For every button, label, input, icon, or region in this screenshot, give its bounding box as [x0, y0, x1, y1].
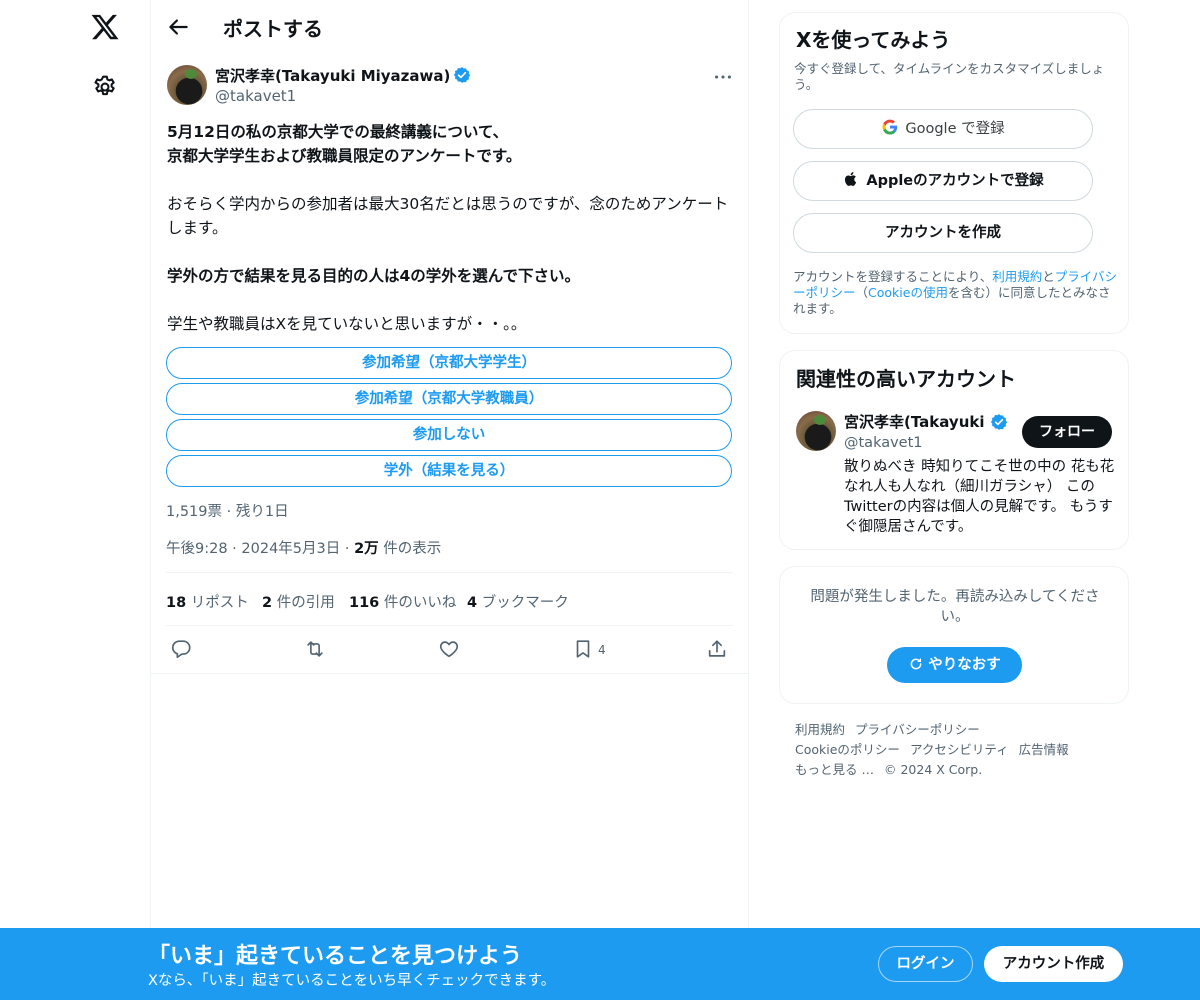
google-signup-button[interactable]: Google で登録: [793, 109, 1093, 149]
apple-signup-label: Appleのアカウントで登録: [866, 173, 1044, 189]
likes-count: 116: [349, 595, 380, 611]
poll: 参加希望（京都大学学生） 参加希望（京都大学教職員） 参加しない 学外（結果を見…: [166, 347, 732, 491]
footer-more-link[interactable]: もっと見る …: [795, 762, 874, 777]
copyright: © 2024 X Corp.: [883, 762, 983, 777]
reply-icon[interactable]: [170, 638, 192, 660]
quotes-count: 2: [262, 595, 273, 611]
terms-text: アカウントを登録することにより、利用規約とプライバシーポリシー（Cookieの使…: [793, 269, 1119, 317]
bookmarks-stat[interactable]: 4 ブックマーク: [467, 591, 569, 612]
footer-link[interactable]: 利用規約: [795, 722, 845, 737]
terms-and: と: [1042, 269, 1055, 284]
signup-card-subtitle: 今すぐ登録して、タイムラインをカスタマイズしましょう。: [794, 61, 1105, 92]
terms-of-service-link[interactable]: 利用規約: [992, 269, 1042, 284]
poll-option[interactable]: 学外（結果を見る）: [166, 455, 732, 487]
gear-icon[interactable]: [92, 74, 118, 100]
apple-icon: [845, 172, 857, 186]
poll-option[interactable]: 参加しない: [166, 419, 732, 451]
signup-banner: 「いま」起きていることを見つけよう Xなら、「いま」起きていることをいち早くチェ…: [0, 928, 1200, 1000]
reposts-count: 18: [166, 595, 187, 611]
refresh-icon: [910, 658, 922, 670]
signup-button[interactable]: アカウント作成: [984, 946, 1123, 982]
related-account-handle[interactable]: @takavet1: [844, 435, 923, 451]
left-nav: [0, 0, 150, 1000]
poll-meta: 1,519票 · 残り1日: [166, 504, 289, 520]
google-icon: [882, 119, 898, 135]
avatar[interactable]: [796, 411, 836, 451]
reposts-label: リポスト: [186, 595, 249, 611]
views-label: 件の表示: [378, 541, 442, 557]
signup-card: Xを使ってみよう 今すぐ登録して、タイムラインをカスタマイズしましょう。 Goo…: [779, 12, 1129, 334]
footer-link[interactable]: プライバシーポリシー: [855, 722, 980, 737]
google-signup-label: Google で登録: [905, 121, 1005, 137]
cookie-use-link[interactable]: Cookieの使用: [868, 285, 948, 300]
post-stats: 18 リポスト 2 件の引用 116 件のいいね 4 ブックマーク: [166, 572, 733, 626]
repost-icon[interactable]: [304, 638, 326, 660]
views-count: 2万: [354, 541, 379, 557]
post-timestamp-row: 午後9:28 · 2024年5月3日 · 2万 件の表示: [166, 537, 441, 558]
apple-signup-button[interactable]: Appleのアカウントで登録: [793, 161, 1093, 201]
footer-link[interactable]: 広告情報: [1019, 742, 1069, 757]
create-account-button[interactable]: アカウントを作成: [793, 213, 1093, 253]
error-card: 問題が発生しました。再読み込みしてください。 やりなおす: [779, 566, 1129, 704]
terms-mid: （: [855, 285, 869, 300]
post-actions: 4: [150, 626, 749, 674]
like-icon[interactable]: [438, 638, 460, 660]
related-accounts-card: 関連性の高いアカウント 宮沢孝幸(Takayuki Miyazawa) @tak…: [779, 350, 1129, 550]
related-account-name[interactable]: 宮沢孝幸(Takayuki Miyazawa): [844, 411, 989, 432]
follow-button[interactable]: フォロー: [1022, 416, 1112, 448]
signup-card-title: Xを使ってみよう: [796, 28, 951, 52]
footer-links: 利用規約 プライバシーポリシー Cookieのポリシー アクセシビリティ 広告情報 も…: [795, 720, 1125, 780]
quotes-stat[interactable]: 2 件の引用: [262, 591, 335, 612]
page: ポストする 宮沢孝幸(Takayuki Miyazawa) @takavet1 …: [0, 0, 1200, 1000]
bookmarks-label: ブックマーク: [477, 595, 569, 611]
footer-link[interactable]: Cookieのポリシー: [795, 742, 900, 757]
poll-option[interactable]: 参加希望（京都大学学生）: [166, 347, 732, 379]
login-button[interactable]: ログイン: [878, 946, 973, 982]
poll-option[interactable]: 参加希望（京都大学教職員）: [166, 383, 732, 415]
terms-pre: アカウントを登録することにより、: [793, 269, 993, 284]
bookmark-icon[interactable]: [572, 638, 594, 660]
retry-label: やりなおす: [928, 657, 1001, 673]
x-logo-icon[interactable]: [90, 12, 120, 42]
likes-label: 件のいいね: [379, 595, 457, 611]
share-icon[interactable]: [706, 638, 728, 660]
related-account-bio: 散りぬべき 時知りてこそ世の中の 花も花なれ人も人なれ（細川ガラシャ） このTw…: [844, 459, 1115, 535]
reposts-stat[interactable]: 18 リポスト: [166, 591, 249, 612]
post-timestamp[interactable]: 午後9:28 · 2024年5月3日 ·: [166, 541, 354, 557]
quotes-label: 件の引用: [272, 595, 335, 611]
verified-badge-icon: [990, 414, 1008, 430]
bookmarks-count: 4: [467, 595, 478, 611]
related-accounts-title: 関連性の高いアカウント: [796, 367, 1016, 391]
likes-stat[interactable]: 116 件のいいね: [349, 591, 456, 612]
retry-button[interactable]: やりなおす: [887, 647, 1022, 683]
banner-title: 「いま」起きていることを見つけよう: [148, 944, 523, 969]
banner-subtitle: Xなら、「いま」起きていることをいち早くチェックできます。: [148, 973, 556, 989]
post-detail-overlay: 参加希望（京都大学学生） 参加希望（京都大学教職員） 参加しない 学外（結果を見…: [150, 0, 749, 1000]
bookmark-count: 4: [598, 643, 606, 657]
footer-link[interactable]: アクセシビリティ: [910, 742, 1009, 757]
error-message: 問題が発生しました。再読み込みしてください。: [810, 589, 1100, 625]
